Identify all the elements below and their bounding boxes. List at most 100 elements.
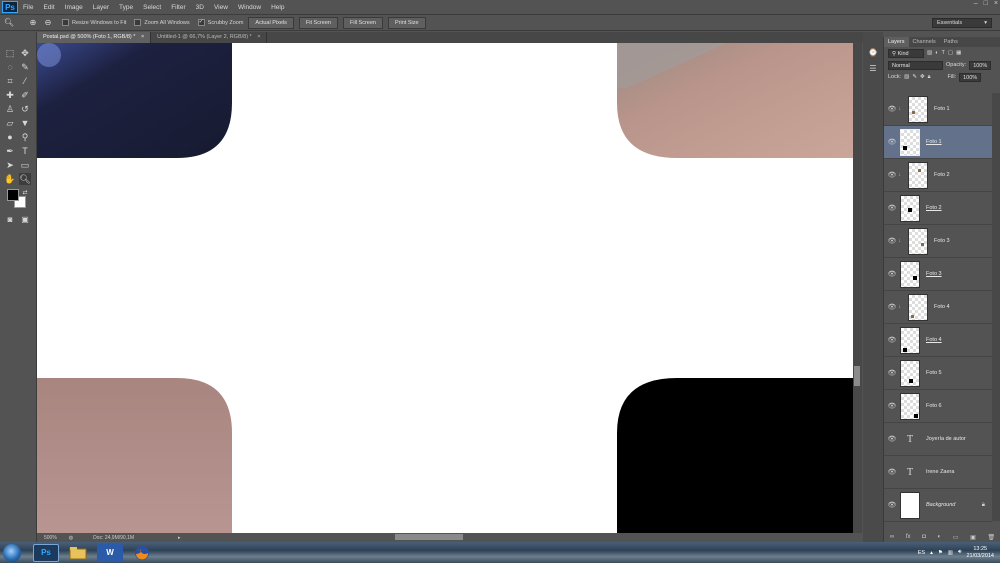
zoom-all-checkbox[interactable] xyxy=(134,19,142,26)
eye-icon[interactable]: 👁︎ xyxy=(886,435,898,443)
menu-help[interactable]: Help xyxy=(266,4,289,11)
layer-row[interactable]: 👁︎ T Joyería de autor xyxy=(884,423,992,456)
minimize-button[interactable]: – xyxy=(974,0,978,7)
layer-name[interactable]: Foto 1 xyxy=(926,139,942,145)
layer-row[interactable]: 👁︎ Foto 2 xyxy=(884,192,992,225)
menu-image[interactable]: Image xyxy=(60,4,88,11)
volume-icon[interactable]: 🔊︎ xyxy=(958,549,961,556)
file-explorer-icon[interactable] xyxy=(65,544,91,562)
crop-tool-icon[interactable]: ⌗ xyxy=(4,75,16,87)
foreground-color-swatch[interactable] xyxy=(7,189,19,201)
lock-pixels-icon[interactable]: ✎ xyxy=(912,74,917,80)
layer-name[interactable]: Foto 6 xyxy=(926,403,942,409)
start-button[interactable] xyxy=(3,543,21,562)
add-mask-icon[interactable]: ◘ xyxy=(922,534,926,540)
link-layers-icon[interactable]: ∞ xyxy=(890,534,894,540)
healing-brush-tool-icon[interactable]: ✚ xyxy=(4,89,16,101)
fill-input[interactable]: 100% xyxy=(959,72,982,82)
properties-panel-icon[interactable]: ☰ xyxy=(867,62,879,74)
filter-adjust-icon[interactable]: ◐ xyxy=(935,50,938,56)
resize-windows-option[interactable]: Resize Windows to Fit xyxy=(62,19,126,26)
filter-smart-icon[interactable]: ▦ xyxy=(956,50,961,56)
workspace-select[interactable]: Essentials ▾ xyxy=(932,18,992,28)
brush-tool-icon[interactable]: ✐ xyxy=(19,89,31,101)
layer-row[interactable]: 👁︎ Foto 1 xyxy=(884,126,992,159)
kind-filter-select[interactable]: ⚲ Kind xyxy=(888,48,924,58)
eye-icon[interactable]: 👁︎ xyxy=(886,270,898,278)
fill-screen-button[interactable]: Fill Screen xyxy=(343,16,383,29)
lock-all-icon[interactable]: 🔒︎ xyxy=(928,74,931,81)
layer-row[interactable]: 👁︎ T Irene Zaera xyxy=(884,456,992,489)
delete-layer-icon[interactable]: 🗑︎ xyxy=(988,534,996,541)
blend-mode-select[interactable]: Normal xyxy=(888,60,943,70)
tab-layers[interactable]: Layers xyxy=(884,37,909,47)
zoom-all-option[interactable]: Zoom All Windows xyxy=(134,19,190,26)
blur-tool-icon[interactable]: ● xyxy=(4,131,16,143)
doc-info-icon[interactable]: ◍ xyxy=(69,535,73,541)
eye-icon[interactable]: 👁︎ xyxy=(886,204,898,212)
eye-icon[interactable]: 👁︎ xyxy=(886,402,898,410)
zoom-out-icon[interactable]: ⊖ xyxy=(42,17,54,28)
quick-mask-icon[interactable]: ◙ xyxy=(4,213,16,225)
eye-icon[interactable]: 👁︎ xyxy=(886,237,898,245)
filter-type-icon[interactable]: T xyxy=(942,50,945,56)
eye-icon[interactable]: 👁︎ xyxy=(886,105,898,113)
eye-icon[interactable]: 👁︎ xyxy=(886,138,898,146)
language-indicator[interactable]: ES xyxy=(918,550,925,556)
lasso-tool-icon[interactable]: ◌ xyxy=(4,61,16,73)
zoom-in-icon[interactable]: ⊕ xyxy=(27,17,39,28)
menu-edit[interactable]: Edit xyxy=(38,4,59,11)
layer-name[interactable]: Joyería de autor xyxy=(926,436,966,442)
menu-file[interactable]: File xyxy=(18,4,38,11)
layer-name[interactable]: Foto 5 xyxy=(926,370,942,376)
firefox-icon[interactable] xyxy=(129,544,155,562)
move-tool-icon[interactable]: ✥ xyxy=(19,47,31,59)
layer-name[interactable]: Foto 4 xyxy=(934,304,950,310)
eye-icon[interactable]: 👁︎ xyxy=(886,501,898,509)
zoom-level[interactable]: 500% xyxy=(44,535,57,541)
menu-type[interactable]: Type xyxy=(114,4,138,11)
layer-row[interactable]: 👁︎ ↓ Foto 2 xyxy=(884,159,992,192)
hand-tool-icon[interactable]: ✋ xyxy=(4,173,16,185)
menu-filter[interactable]: Filter xyxy=(166,4,190,11)
history-brush-tool-icon[interactable]: ↺ xyxy=(19,103,31,115)
swap-colors-icon[interactable]: ⇄ xyxy=(19,186,31,198)
layer-name[interactable]: Foto 2 xyxy=(926,205,942,211)
eye-icon[interactable]: 👁︎ xyxy=(886,468,898,476)
dodge-tool-icon[interactable]: ⚲ xyxy=(19,131,31,143)
status-menu-arrow-icon[interactable]: ▸ xyxy=(178,535,181,541)
layer-name[interactable]: Irene Zaera xyxy=(926,469,954,475)
layer-row[interactable]: 👁︎ ↓ Foto 1 xyxy=(884,93,992,126)
layer-row[interactable]: 👁︎ Foto 4 xyxy=(884,324,992,357)
eye-icon[interactable]: 👁︎ xyxy=(886,303,898,311)
zoom-tool-icon[interactable]: 🔍︎ xyxy=(19,173,31,185)
layer-row[interactable]: 👁︎ Foto 6 xyxy=(884,390,992,423)
scrubby-zoom-option[interactable]: ✓ Scrubby Zoom xyxy=(197,19,243,26)
layer-row[interactable]: 👁︎ ↓ Foto 4 xyxy=(884,291,992,324)
network-icon[interactable]: ▥ xyxy=(948,550,953,556)
show-hidden-icons-icon[interactable]: ▴ xyxy=(930,550,933,556)
eraser-tool-icon[interactable]: ▱ xyxy=(4,117,16,129)
layer-name[interactable]: Background xyxy=(926,502,955,508)
vertical-scrollbar[interactable] xyxy=(853,43,862,533)
layer-row[interactable]: 👁︎ Foto 5 xyxy=(884,357,992,390)
eyedropper-tool-icon[interactable]: ⁄ xyxy=(19,75,31,87)
path-selection-tool-icon[interactable]: ➤ xyxy=(4,159,16,171)
eye-icon[interactable]: 👁︎ xyxy=(886,171,898,179)
taskbar-word[interactable]: W xyxy=(97,543,123,562)
layers-scrollbar[interactable] xyxy=(992,93,1000,521)
menu-layer[interactable]: Layer xyxy=(88,4,114,11)
tab-channels[interactable]: Channels xyxy=(909,37,940,47)
history-panel-icon[interactable]: ⌚ xyxy=(867,46,879,58)
layer-row[interactable]: 👁︎ Background 🔒︎ xyxy=(884,489,992,522)
close-icon[interactable]: × xyxy=(257,34,260,40)
filter-shape-icon[interactable]: ▢ xyxy=(948,50,953,56)
menu-select[interactable]: Select xyxy=(138,4,166,11)
close-button[interactable]: × xyxy=(994,0,998,7)
menu-window[interactable]: Window xyxy=(233,4,266,11)
clock[interactable]: 13:25 21/03/2014 xyxy=(966,546,994,560)
flag-icon[interactable]: ⚑ xyxy=(938,550,943,556)
paint-bucket-tool-icon[interactable]: ▼ xyxy=(19,117,31,129)
layer-row[interactable]: 👁︎ ↓ Foto 3 xyxy=(884,225,992,258)
quick-select-tool-icon[interactable]: ✎ xyxy=(19,61,31,73)
